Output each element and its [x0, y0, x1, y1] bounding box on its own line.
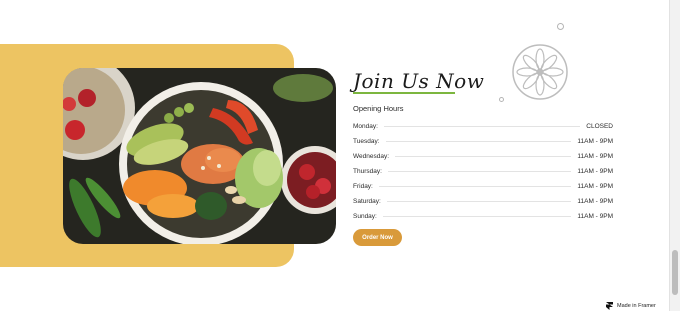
order-now-button[interactable]: Order Now [353, 229, 402, 246]
row-divider [383, 126, 581, 127]
food-bowl-image [63, 68, 336, 244]
time-value: 11AM - 9PM [577, 168, 613, 175]
decorative-circle [557, 23, 564, 30]
day-label: Tuesday: [353, 138, 380, 145]
time-value: 11AM - 9PM [577, 183, 613, 190]
row-divider [382, 216, 572, 217]
day-label: Sunday: [353, 213, 377, 220]
row-divider [385, 141, 572, 142]
hours-row-thursday: Thursday: 11AM - 9PM [353, 164, 613, 179]
day-label: Saturday: [353, 198, 381, 205]
day-label: Monday: [353, 123, 378, 130]
time-value: 11AM - 9PM [577, 138, 613, 145]
flower-outline-icon [510, 42, 570, 107]
section-title: Join Us Now [353, 69, 485, 93]
hours-row-wednesday: Wednesday: 11AM - 9PM [353, 149, 613, 164]
hours-row-friday: Friday: 11AM - 9PM [353, 179, 613, 194]
row-divider [386, 201, 572, 202]
time-value: 11AM - 9PM [577, 198, 613, 205]
row-divider [387, 171, 572, 172]
time-value: 11AM - 9PM [577, 213, 613, 220]
opening-hours-list: Monday: CLOSED Tuesday: 11AM - 9PM Wedne… [353, 119, 613, 224]
hours-row-saturday: Saturday: 11AM - 9PM [353, 194, 613, 209]
hours-row-tuesday: Tuesday: 11AM - 9PM [353, 134, 613, 149]
scrollbar-thumb[interactable] [672, 250, 678, 295]
title-underline [353, 92, 455, 94]
day-label: Thursday: [353, 168, 382, 175]
framer-badge-label: Made in Framer [617, 303, 656, 309]
hours-row-sunday: Sunday: 11AM - 9PM [353, 209, 613, 224]
framer-logo-icon [606, 302, 613, 310]
time-value: 11AM - 9PM [577, 153, 613, 160]
row-divider [395, 156, 572, 157]
day-label: Wednesday: [353, 153, 390, 160]
time-value: CLOSED [586, 123, 613, 130]
hours-row-monday: Monday: CLOSED [353, 119, 613, 134]
day-label: Friday: [353, 183, 373, 190]
decorative-circle [499, 97, 504, 102]
made-in-framer-badge[interactable]: Made in Framer [606, 302, 656, 310]
row-divider [378, 186, 572, 187]
opening-hours-heading: Opening Hours [353, 104, 404, 113]
